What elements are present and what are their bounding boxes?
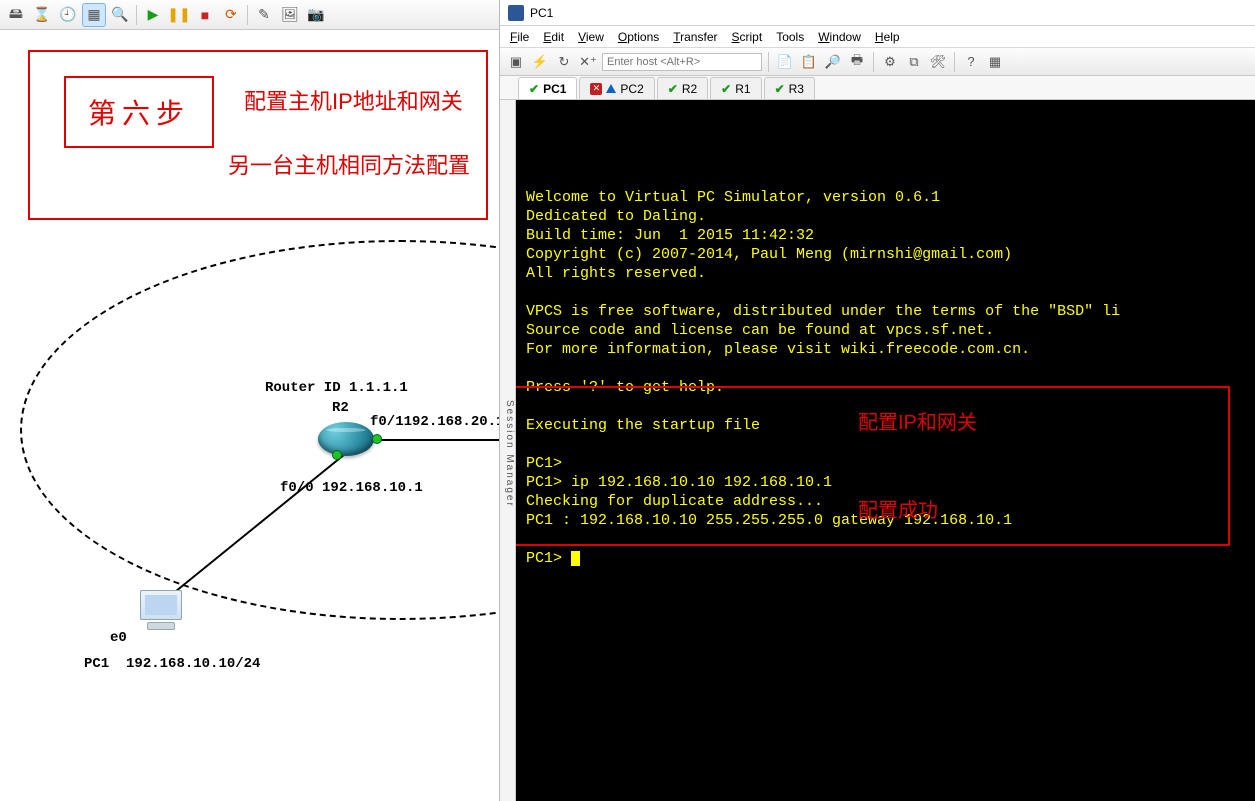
terminal-cursor [571, 551, 580, 566]
gns3-panel: 🖴 ⌛ 🕘 ▦ 🔍 ▶ ❚❚ ■ ⟳ ✎ 🖼 📷 第六步 配置主机IP地址和网关… [0, 0, 500, 801]
toolbar-btn[interactable]: 🖴 [4, 3, 28, 27]
menu-file[interactable]: File [510, 30, 529, 44]
annotation-text-1: 配置主机IP地址和网关 [244, 84, 463, 116]
securecrt-toolbar: ▣ ⚡ ↻ ✕⁺ 📄 📋 🔎 🖶 ⚙ ⧉ 🛠 ? ▦ [500, 48, 1255, 76]
session-tab[interactable]: ✔ PC1 [518, 77, 577, 99]
terminal[interactable]: Welcome to Virtual PC Simulator, version… [516, 100, 1255, 801]
about-icon[interactable]: ▦ [985, 52, 1005, 72]
toolbar-btn[interactable]: ✎ [252, 3, 276, 27]
quickconnect-icon[interactable]: ⚡ [530, 52, 550, 72]
tab-label: R1 [735, 82, 750, 96]
warn-icon [606, 84, 616, 93]
toolbar-btn-active[interactable]: ▦ [82, 3, 106, 27]
toolbar-btn[interactable]: 🔍 [108, 3, 132, 27]
menu-script[interactable]: Script [732, 30, 763, 44]
securecrt-window: PC1 File Edit View Options Transfer Scri… [500, 0, 1255, 801]
reconnect-icon[interactable]: ↻ [554, 52, 574, 72]
menu-transfer[interactable]: Transfer [673, 30, 717, 44]
topology-canvas[interactable]: 第六步 配置主机IP地址和网关 另一台主机相同方法配置 Router ID 1.… [0, 30, 499, 801]
terminal-output: Welcome to Virtual PC Simulator, version… [526, 169, 1251, 568]
if-f00-label: f0/0 192.168.10.1 [280, 480, 423, 496]
connected-icon: ✔ [668, 82, 678, 96]
router-icon[interactable] [318, 422, 374, 456]
toolbar-separator [247, 5, 248, 25]
reload-icon[interactable]: ⟳ [219, 3, 243, 27]
connected-icon: ✔ [775, 82, 785, 96]
error-icon: ✕ [590, 83, 602, 95]
toolbar-btn[interactable]: 📷 [304, 3, 328, 27]
if-f01-label: f0/1192.168.20.1 [370, 414, 500, 430]
area-ellipse [20, 240, 500, 620]
menu-tools[interactable]: Tools [776, 30, 804, 44]
log-icon[interactable]: ⧉ [904, 52, 924, 72]
toolbar-separator [768, 52, 769, 72]
toolbar-separator [873, 52, 874, 72]
router-name-label: R2 [332, 400, 349, 416]
menu-bar: File Edit View Options Transfer Script T… [500, 26, 1255, 48]
disconnect-icon[interactable]: ✕⁺ [578, 52, 598, 72]
session-tabs: ✔ PC1 ✕ PC2 ✔ R2 ✔ R1 ✔ R3 [500, 76, 1255, 100]
session-manager-strip[interactable]: Session Manager [500, 100, 516, 801]
toolbar-btn[interactable]: 🕘 [56, 3, 80, 27]
gns3-toolbar: 🖴 ⌛ 🕘 ▦ 🔍 ▶ ❚❚ ■ ⟳ ✎ 🖼 📷 [0, 0, 499, 30]
options-icon[interactable]: 🛠 [928, 52, 948, 72]
router-id-label: Router ID 1.1.1.1 [265, 380, 408, 396]
connected-icon: ✔ [529, 82, 539, 96]
pc-name-label: PC1 192.168.10.10/24 [84, 656, 260, 672]
host-input[interactable] [602, 53, 762, 71]
pc-icon[interactable] [136, 590, 186, 636]
connected-icon: ✔ [721, 82, 731, 96]
toolbar-btn[interactable]: ⌛ [30, 3, 54, 27]
pc-if-label: e0 [110, 630, 127, 646]
menu-window[interactable]: Window [818, 30, 861, 44]
properties-icon[interactable]: ⚙ [880, 52, 900, 72]
toolbar-separator [954, 52, 955, 72]
menu-help[interactable]: Help [875, 30, 900, 44]
pause-icon[interactable]: ❚❚ [167, 3, 191, 27]
session-tab[interactable]: ✕ PC2 [579, 77, 654, 99]
session-tab[interactable]: ✔ R3 [764, 77, 815, 99]
session-tab[interactable]: ✔ R2 [657, 77, 708, 99]
find-icon[interactable]: 🔎 [823, 52, 843, 72]
help-icon[interactable]: ? [961, 52, 981, 72]
tab-label: PC2 [620, 82, 643, 96]
tab-label: R3 [789, 82, 804, 96]
session-tab[interactable]: ✔ R1 [710, 77, 761, 99]
tab-label: PC1 [543, 82, 566, 96]
menu-view[interactable]: View [578, 30, 604, 44]
menu-edit[interactable]: Edit [543, 30, 564, 44]
stop-icon[interactable]: ■ [193, 3, 217, 27]
step-title: 第六步 [64, 76, 214, 148]
play-icon[interactable]: ▶ [141, 3, 165, 27]
print-icon[interactable]: 🖶 [847, 52, 867, 72]
interface-dot [332, 450, 342, 460]
window-title: PC1 [530, 6, 553, 20]
app-icon [508, 5, 524, 21]
annotation-text-2: 另一台主机相同方法配置 [228, 148, 470, 180]
menu-options[interactable]: Options [618, 30, 659, 44]
window-titlebar: PC1 [500, 0, 1255, 26]
toolbar-btn[interactable]: 🖼 [278, 3, 302, 27]
toolbar-separator [136, 5, 137, 25]
tab-label: R2 [682, 82, 697, 96]
interface-dot [372, 434, 382, 444]
connect-icon[interactable]: ▣ [506, 52, 526, 72]
copy-icon[interactable]: 📄 [775, 52, 795, 72]
paste-icon[interactable]: 📋 [799, 52, 819, 72]
